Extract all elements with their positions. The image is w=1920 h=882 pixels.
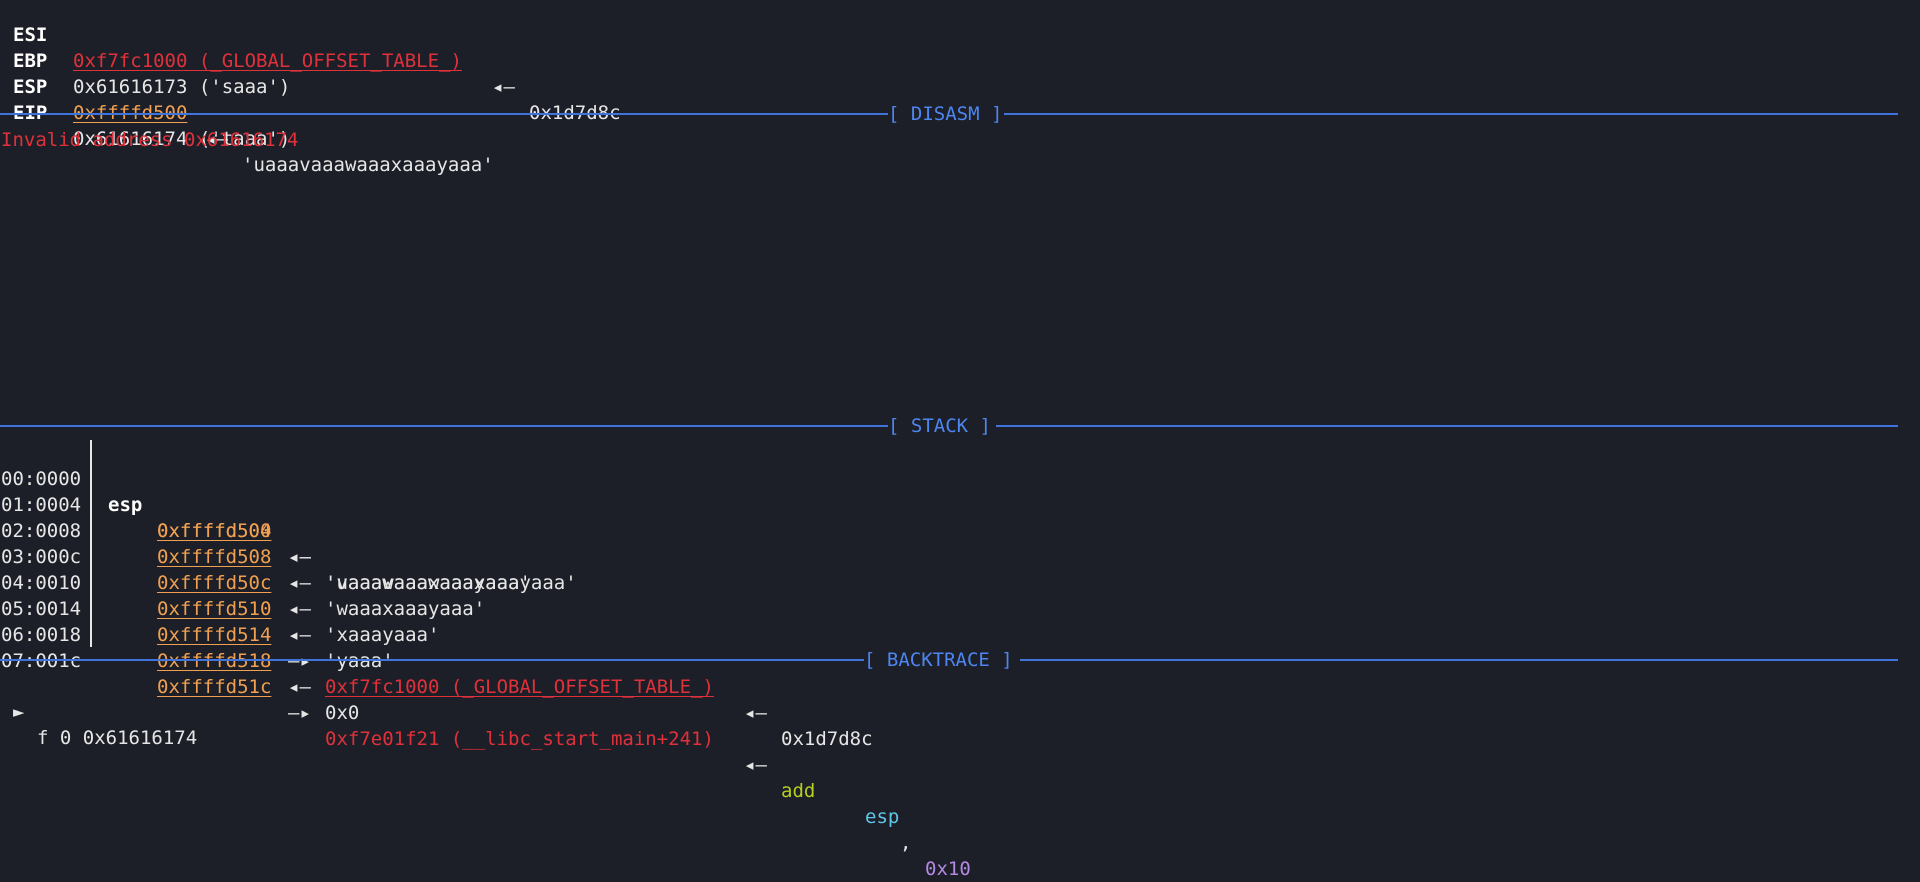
stack-row: 04:0010 0xffffd510 ◂— 'yaaa': [0, 544, 1920, 672]
stack-row: 06:0018 0xffffd518 ◂— 0x0: [0, 596, 1920, 724]
register-row-esi: ESI 0xf7fc1000 (_GLOBAL_OFFSET_TABLE_) ◂…: [0, 0, 1920, 124]
stack-row: 02:0008 0xffffd508 ◂— 'waaaxaaayaaa': [0, 492, 1920, 620]
stack-row: 01:0004 0xffffd504 ◂— 'vaaawaaaxaaayaaa': [0, 466, 1920, 594]
stack-row: 05:0014 0xffffd514 —▸ 0xf7fc1000 (_GLOBA…: [0, 570, 1920, 750]
pointer-arrow: ◂—: [744, 702, 767, 724]
backtrace-frame-text: f 0 0x61616174: [37, 727, 198, 749]
stack-target-symbol: 0xf7e01f21 (__libc_start_main+241): [325, 728, 714, 750]
backtrace-section-header: [ BACKTRACE ]: [0, 647, 1898, 673]
section-title: [ DISASM ]: [888, 103, 1003, 125]
disasm-section-header: [ DISASM ]: [0, 101, 1898, 127]
backtrace-frame: ► f 0 0x61616174: [0, 673, 1920, 749]
stack-row: 00:0000 esp 0xffffd500 ◂— 'uaaavaaawaaax…: [0, 440, 1920, 594]
separator-rule: [996, 425, 1898, 427]
instruction-register-operand: esp: [865, 806, 900, 828]
separator-rule: [0, 425, 888, 427]
section-title: [ STACK ]: [888, 415, 991, 437]
section-title: [ BACKTRACE ]: [864, 649, 1013, 671]
separator-rule: [1020, 659, 1898, 661]
register-row-esp: ESP 0xffffd500 ◂— 'uaaavaaawaaaxaaayaaa': [0, 48, 1920, 176]
pointer-arrow: ◂—: [744, 754, 767, 776]
instruction-operand-separator: ,: [900, 832, 912, 854]
separator-rule: [0, 659, 864, 661]
instruction-immediate-operand: 0x10: [925, 858, 971, 880]
disasm-error-message: Invalid address 0x61616174: [1, 129, 299, 151]
stack-value: 0x0: [325, 702, 360, 724]
stack-row: 07:001c 0xffffd51c —▸ 0xf7e01f21 (__libc…: [0, 622, 1920, 880]
separator-rule: [1004, 113, 1898, 115]
current-frame-marker-icon: ►: [13, 701, 25, 723]
stack-value: 0x1d7d8c: [781, 728, 873, 750]
register-row-eip: EIP 0x61616174 ('taaa'): [0, 74, 1920, 150]
stack-section-header: [ STACK ]: [0, 413, 1898, 439]
register-row-ebp: EBP 0x61616173 ('saaa'): [0, 22, 1920, 98]
instruction-mnemonic: add: [781, 780, 816, 802]
separator-rule: [0, 113, 888, 115]
stack-row: 03:000c 0xffffd50c ◂— 'xaaayaaa': [0, 518, 1920, 646]
pointer-arrow: —▸: [288, 702, 311, 724]
register-deref-value: 'uaaavaaawaaaxaaayaaa': [242, 154, 494, 176]
